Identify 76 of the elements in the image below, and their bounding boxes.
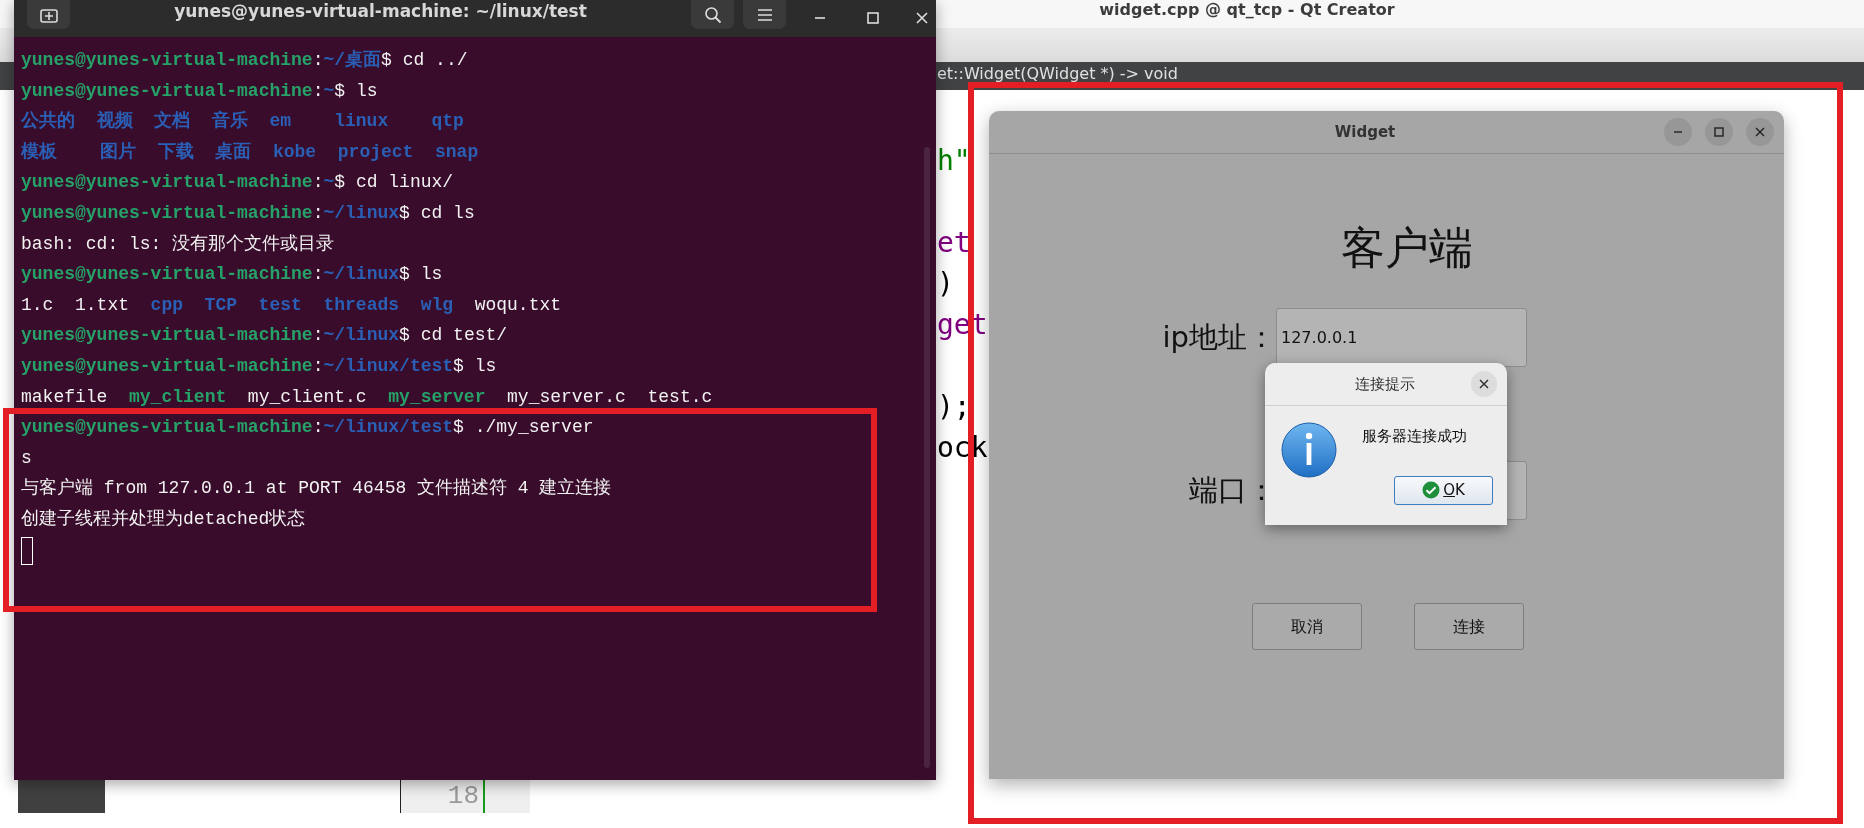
folder-name: kobe bbox=[272, 140, 317, 164]
close-icon bbox=[916, 12, 928, 24]
file-name: my_server.c bbox=[507, 385, 626, 409]
menu-icon bbox=[756, 7, 773, 22]
window-title: widget.cpp @ qt_tcp - Qt Creator bbox=[1099, 0, 1395, 21]
file-name: my_client.c bbox=[247, 385, 367, 409]
terminal-line: yunes@yunes-virtual-machine:~$ ls bbox=[21, 79, 379, 103]
folder-name: 桌面 bbox=[215, 140, 252, 164]
new-tab-icon bbox=[39, 6, 58, 23]
info-icon bbox=[1281, 422, 1337, 478]
folder-name: em bbox=[269, 110, 291, 134]
folder-name: cpp bbox=[150, 293, 183, 317]
dialog-title: 连接提示 bbox=[1354, 373, 1416, 395]
folder-name: test bbox=[258, 293, 302, 317]
function-signature: et::Widget(QWidget *) -> void bbox=[937, 65, 1178, 83]
file-name: makefile bbox=[21, 385, 108, 409]
file-name: 1.txt bbox=[75, 293, 129, 317]
folder-name: 视频 bbox=[96, 109, 133, 134]
terminal-line: yunes@yunes-virtual-machine:~/linux$ cd ls bbox=[21, 201, 476, 225]
file-name: test.c bbox=[647, 385, 713, 409]
folder-name: 公共的 bbox=[21, 110, 75, 134]
field-label: ip地址： bbox=[1161, 318, 1276, 356]
minimize-icon bbox=[1673, 131, 1683, 133]
code-line: h" bbox=[937, 143, 971, 179]
folder-name: TCP bbox=[204, 293, 237, 317]
terminal-line: yunes@yunes-virtual-machine:~/桌面$ cd ../ bbox=[21, 48, 469, 72]
folder-name: project bbox=[337, 140, 414, 164]
folder-name: 文档 bbox=[154, 109, 191, 134]
cancel-button[interactable]: 取消 bbox=[1252, 603, 1362, 650]
file-name: 1.c bbox=[21, 293, 54, 317]
file-name: my_server bbox=[388, 385, 486, 409]
terminal-line: yunes@yunes-virtual-machine:~/linux/test$ ls bbox=[21, 354, 498, 378]
terminal-line: s bbox=[21, 446, 33, 470]
check-icon bbox=[1422, 481, 1441, 499]
close-icon bbox=[1479, 379, 1489, 389]
folder-name: snap bbox=[435, 140, 479, 164]
minimize-icon bbox=[814, 17, 826, 19]
folder-name: 模板 bbox=[21, 140, 57, 164]
window-title: yunes@yunes-virtual-machine: ~/linux/test bbox=[173, 0, 588, 22]
text-cursor bbox=[21, 536, 33, 565]
input-field[interactable]: 127.0.0.1 bbox=[1276, 308, 1527, 367]
dialog-message: 服务器连接成功 bbox=[1362, 426, 1468, 447]
menu-button[interactable] bbox=[743, 0, 786, 29]
close-icon bbox=[1755, 127, 1765, 137]
terminal-line: yunes@yunes-virtual-machine:~$ cd linux/ bbox=[21, 171, 455, 195]
code-line: et bbox=[937, 225, 971, 261]
code-line: ) bbox=[937, 266, 954, 302]
terminal-line: yunes@yunes-virtual-machine:~/linux$ cd test/ bbox=[21, 324, 509, 348]
ok-button[interactable]: OK bbox=[1394, 475, 1493, 505]
field-label: 端口： bbox=[1188, 471, 1276, 509]
connect-button[interactable]: 连接 bbox=[1414, 603, 1524, 650]
terminal-line: 创建子线程并处理为detached状态 bbox=[21, 507, 307, 531]
terminal-line: yunes@yunes-virtual-machine:~/linux$ ls bbox=[21, 263, 444, 287]
code-line: ); bbox=[937, 389, 971, 425]
heading: 客户端 bbox=[1339, 221, 1474, 275]
window-title: Widget bbox=[1333, 121, 1397, 143]
search-icon bbox=[703, 5, 722, 24]
file-name: my_client bbox=[129, 385, 227, 409]
folder-name: qtp bbox=[431, 110, 464, 134]
file-name: woqu.txt bbox=[474, 293, 562, 317]
maximize-icon bbox=[1714, 127, 1724, 137]
search-button[interactable] bbox=[691, 0, 734, 29]
maximize-icon bbox=[867, 12, 879, 24]
scrollbar[interactable] bbox=[924, 147, 930, 768]
folder-name: linux bbox=[334, 110, 389, 134]
terminal-line: 与客户端 from 127.0.0.1 at PORT 46458 文件描述符 4 建立连接 bbox=[21, 477, 613, 501]
folder-name: 图片 bbox=[100, 140, 137, 164]
folder-name: 下载 bbox=[157, 140, 194, 164]
folder-name: threads bbox=[323, 293, 400, 317]
folder-name: wlg bbox=[420, 293, 454, 317]
close-button[interactable] bbox=[1471, 371, 1497, 397]
maximize-button[interactable] bbox=[1705, 118, 1733, 146]
terminal-line: yunes@yunes-virtual-machine:~/linux/test$ ./my_server bbox=[21, 416, 595, 440]
new-tab-button[interactable] bbox=[27, 0, 70, 29]
terminal-line: bash: cd: ls: 没有那个文件或目录 bbox=[21, 232, 336, 256]
folder-name: 音乐 bbox=[211, 109, 248, 134]
